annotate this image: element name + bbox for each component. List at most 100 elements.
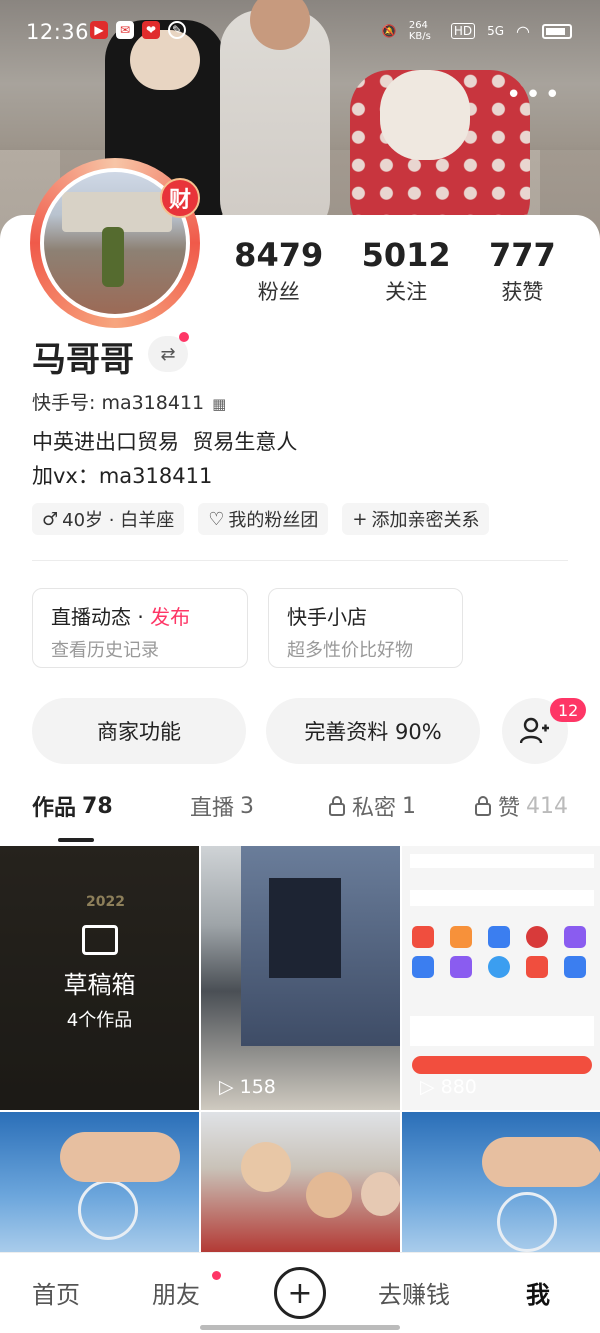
thumbnail-cargo [269,878,341,978]
thumbnail-face [361,1172,400,1216]
play-count: ▷ 158 [219,1076,276,1098]
app-notif-icon: ❤ [142,21,160,39]
nav-home[interactable]: 首页 [32,1275,80,1310]
tab-label: 作品 [32,796,77,821]
add-user-icon [520,717,549,744]
stat-value: 8479 [234,236,324,274]
tab-works[interactable]: 作品 78 [32,790,113,822]
tag-label: 40岁 · 白羊座 [62,510,175,531]
box-subtitle: 超多性价比好物 [287,640,413,661]
signal-icon: 5G [487,24,505,38]
action-buttons: 商家功能 完善资料 90% [32,698,480,764]
plus-icon: + [352,508,368,530]
content-tabs: 作品 78 直播 3 私密 1 赞 414 [0,790,600,840]
friend-request-badge: 12 [550,698,587,722]
friends-notification-dot [212,1271,221,1280]
drafts-cell[interactable]: 2022 草稿箱 4个作品 [0,846,199,1110]
thumbnail-face [241,1142,291,1192]
fortune-badge-icon[interactable]: 财 [160,178,200,218]
tag-label: 我的粉丝团 [228,510,319,531]
thumbnail-button [412,1056,592,1074]
create-post-button[interactable]: + [274,1267,326,1319]
thumbnail-app [450,926,472,948]
tag-fan-club[interactable]: ♡ 我的粉丝团 [198,503,329,535]
profile-stats: 8479 粉丝 5012 关注 777 获赞 [215,236,575,306]
avatar-person [102,227,124,287]
stat-value: 5012 [361,236,451,274]
stat-label: 粉丝 [257,280,300,304]
kuaishou-id[interactable]: 快手号: ma318411 ▦ [32,388,226,415]
notification-dot [179,332,189,342]
video-thumbnail[interactable]: ▷ 880 [402,846,600,1110]
thumbnail-app [412,956,434,978]
stat-likes[interactable]: 777 获赞 [489,236,556,306]
thumbnail-app [412,926,434,948]
tab-count: 78 [82,793,113,819]
shop-box[interactable]: 快手小店 超多性价比好物 [268,588,463,668]
bio-line-1: 中英进出口贸易 贸易生意人 [32,430,298,454]
video-thumbnail[interactable] [201,1112,400,1252]
profile-tags: ♂ 40岁 · 白羊座 ♡ 我的粉丝团 + 添加亲密关系 [32,503,490,535]
stat-following[interactable]: 5012 关注 [362,236,451,306]
qr-code-icon[interactable]: ▦ [212,395,226,413]
profile-name: 马哥哥 [32,340,134,380]
tag-age[interactable]: ♂ 40岁 · 白羊座 [32,503,185,535]
nav-me[interactable]: 我 [526,1275,550,1310]
merchant-button[interactable]: 商家功能 [32,698,246,764]
divider [32,560,568,561]
bio-line-2: 加vx：ma318411 [32,464,213,488]
bottom-navigation: 首页 朋友 + 去赚钱 我 [0,1252,600,1333]
battery-icon [542,23,572,39]
publish-link[interactable]: 发布 [150,605,190,629]
tab-private[interactable]: 私密 1 [328,790,416,822]
thumbnail-app [488,956,510,978]
thumbnail-row [410,854,594,868]
video-thumbnail[interactable]: ▷ 158 [201,846,400,1110]
tab-liked[interactable]: 赞 414 [474,790,568,822]
thumbnail-app [526,926,548,948]
thumbnail-hand [60,1132,180,1182]
thumbnail-app [488,926,510,948]
nav-earn-money[interactable]: 去赚钱 [378,1275,450,1310]
status-bar: 12:36 ▶ ✉ ❤ ✎ 🔕 264 KB/s HD 5G ◠ [0,0,600,64]
drafts-count: 4个作品 [66,1009,133,1031]
video-thumbnail[interactable] [402,1112,600,1252]
complete-profile-button[interactable]: 完善资料 90% [266,698,480,764]
play-icon: ▷ [420,1076,435,1098]
status-time: 12:36 [26,20,90,44]
drafts-title: 草稿箱 [63,970,136,999]
tab-label: 私密 [352,796,397,821]
compass-notif-icon: ✎ [168,21,186,39]
thumbnail-face [306,1172,352,1218]
thumbnail-app [526,956,548,978]
male-icon: ♂ [42,508,59,530]
message-notif-icon: ✉ [116,21,134,39]
stat-label: 关注 [385,280,428,304]
kuaishou-notif-icon: ▶ [90,21,108,39]
play-icon: ▷ [219,1076,234,1098]
active-tab-indicator [58,838,94,842]
home-indicator [200,1325,400,1330]
box-subtitle: 查看历史记录 [51,640,159,661]
box-title: 直播动态 · 发布 [51,601,229,630]
minnie-head [380,70,470,160]
tab-label: 赞 [498,796,521,821]
stat-fans[interactable]: 8479 粉丝 [234,236,323,306]
live-dynamics-box[interactable]: 直播动态 · 发布 查看历史记录 [32,588,248,668]
tab-label: 直播 [190,796,235,821]
lock-icon [475,796,491,816]
thumbnail-ferris-wheel [78,1180,138,1240]
drafts-overlay: 草稿箱 4个作品 [0,846,199,1110]
more-options-icon[interactable]: ••• [506,80,564,110]
lock-icon [329,796,345,816]
tag-add-relation[interactable]: + 添加亲密关系 [342,503,490,535]
stat-label: 获赞 [501,280,544,304]
tab-live[interactable]: 直播 3 [190,790,254,822]
tab-count: 3 [240,793,255,819]
thumbnail-row [410,1016,594,1046]
wifi-icon: ◠ [516,21,530,41]
box-title-text: 直播动态 [51,605,131,629]
nav-friends[interactable]: 朋友 [152,1275,200,1310]
video-thumbnail[interactable] [0,1112,199,1252]
feature-boxes: 直播动态 · 发布 查看历史记录 快手小店 超多性价比好物 [32,588,463,668]
